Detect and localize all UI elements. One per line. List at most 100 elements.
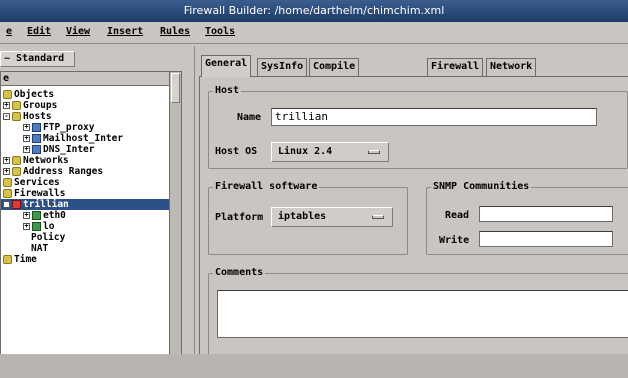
tree-item-label: Address Ranges (23, 166, 104, 177)
host-os-select[interactable]: Linux 2.4 (271, 142, 389, 162)
menu-view[interactable]: View (66, 26, 90, 37)
name-field[interactable]: trillian (271, 108, 597, 126)
interface-icon (32, 211, 41, 220)
window-title: Firewall Builder: /home/darthelm/chimchi… (183, 4, 445, 17)
comments-group: Comments (208, 267, 628, 365)
read-label: Read (445, 210, 470, 221)
tree-item-hosts[interactable]: - Hosts (3, 111, 52, 122)
menu-rules[interactable]: Rules (160, 26, 190, 37)
tree-item-label: lo (43, 221, 55, 232)
object-tree-pane: ~ Standard e Objects + Groups - Hosts + FTP… (0, 46, 190, 378)
write-community-field[interactable] (479, 231, 613, 247)
host-os-value: Linux 2.4 (278, 146, 333, 157)
comments-textarea[interactable] (217, 290, 628, 338)
tree-item-label: Mailhost_Inter (43, 133, 124, 144)
platform-select[interactable]: iptables (271, 207, 393, 227)
tree-item-objects[interactable]: Objects (3, 89, 54, 100)
folder-icon (12, 112, 21, 121)
menu-edit[interactable]: Edit (27, 26, 51, 37)
host-group-title: Host (213, 85, 242, 96)
folder-icon (3, 255, 12, 264)
expand-icon[interactable]: + (3, 102, 10, 109)
host-icon (32, 145, 41, 154)
tree-item-lo[interactable]: + lo (23, 221, 54, 232)
tree-item-ftp-proxy[interactable]: + FTP_proxy (23, 122, 94, 133)
tree-item-label: Services (14, 177, 60, 188)
tree-item-label: Groups (23, 100, 58, 111)
snmp-group: SNMP Communities Read Write (426, 181, 628, 255)
tree-item-services[interactable]: Services (3, 177, 60, 188)
folder-icon (12, 167, 21, 176)
tree-item-label: Objects (14, 89, 55, 100)
menu-bar: e Edit View Insert Rules Tools (0, 22, 628, 44)
folder-icon (3, 90, 12, 99)
tree-item-label: NAT (31, 243, 49, 254)
host-icon (32, 134, 41, 143)
tree-item-groups[interactable]: + Groups (3, 100, 57, 111)
tree-item-time[interactable]: Time (3, 254, 37, 265)
tree-item-networks[interactable]: + Networks (3, 155, 69, 166)
library-selector[interactable]: ~ Standard (0, 51, 75, 67)
firewall-software-group: Firewall software Platform iptables (208, 181, 408, 255)
tab-general[interactable]: General (201, 55, 252, 77)
tree-item-mailhost-inter[interactable]: + Mailhost_Inter (23, 133, 123, 144)
tree-scrollbar[interactable] (169, 72, 181, 377)
scrollbar-thumb[interactable] (171, 73, 180, 103)
host-group: Host Name trillian Host OS Linux 2.4 (208, 85, 628, 169)
tab-firewall[interactable]: Firewall (427, 58, 484, 76)
firewall-icon (12, 200, 21, 209)
snmp-title: SNMP Communities (431, 181, 532, 192)
expand-icon[interactable]: + (23, 212, 30, 219)
bottom-edge (0, 354, 628, 378)
tree-item-address-ranges[interactable]: + Address Ranges (3, 166, 103, 177)
tab-network[interactable]: Network (486, 58, 537, 76)
firewall-software-title: Firewall software (213, 181, 320, 192)
read-community-field[interactable] (479, 206, 613, 222)
menu-file[interactable]: e (6, 26, 12, 37)
tree-item-label: Firewalls (14, 188, 66, 199)
tree-item-label: Policy (31, 232, 66, 243)
expand-icon[interactable]: + (3, 168, 10, 175)
platform-value: iptables (278, 211, 327, 222)
expand-icon[interactable]: + (23, 223, 30, 230)
menu-tools[interactable]: Tools (205, 26, 235, 37)
folder-icon (3, 178, 12, 187)
tree-item-eth0[interactable]: + eth0 (23, 210, 66, 221)
tree-item-dns-inter[interactable]: + DNS_Inter (23, 144, 94, 155)
tree-item-label: Time (14, 254, 37, 265)
tree-item-firewalls[interactable]: Firewalls (3, 188, 65, 199)
tree-item-label: FTP_proxy (43, 122, 95, 133)
expand-icon[interactable]: + (3, 157, 10, 164)
general-panel: Host Name trillian Host OS Linux 2.4 Fir… (199, 76, 628, 378)
menu-insert[interactable]: Insert (107, 26, 143, 37)
folder-icon (12, 101, 21, 110)
expand-icon[interactable]: + (23, 124, 30, 131)
window-titlebar: Firewall Builder: /home/darthelm/chimchi… (0, 0, 628, 22)
object-tree[interactable]: e Objects + Groups - Hosts + FTP_proxy + Mai… (0, 71, 182, 378)
tree-item-nat[interactable]: NAT (31, 243, 48, 254)
tree-item-label: trillian (23, 199, 69, 210)
dropdown-arrow-icon (368, 150, 380, 154)
tree-item-policy[interactable]: Policy (31, 232, 65, 243)
tree-item-label: DNS_Inter (43, 144, 95, 155)
collapse-icon[interactable]: - (3, 113, 10, 120)
tree-item-label: Hosts (23, 111, 52, 122)
name-label: Name (237, 112, 262, 123)
tab-compile-install[interactable]: Compile / Install (309, 58, 360, 104)
host-os-label: Host OS (215, 146, 258, 157)
host-icon (32, 123, 41, 132)
collapse-icon[interactable]: - (3, 201, 10, 208)
folder-icon (3, 189, 12, 198)
tree-item-label: eth0 (43, 210, 66, 221)
expand-icon[interactable]: + (23, 146, 30, 153)
tree-item-label: Networks (23, 155, 69, 166)
tree-item-trillian[interactable]: - trillian (1, 199, 169, 210)
write-label: Write (439, 235, 470, 246)
interface-icon (32, 222, 41, 231)
platform-label: Platform (215, 212, 264, 223)
comments-title: Comments (213, 267, 266, 278)
folder-icon (12, 156, 21, 165)
tab-sysinfo[interactable]: SysInfo (257, 58, 308, 76)
tree-header: e (1, 72, 169, 86)
expand-icon[interactable]: + (23, 135, 30, 142)
